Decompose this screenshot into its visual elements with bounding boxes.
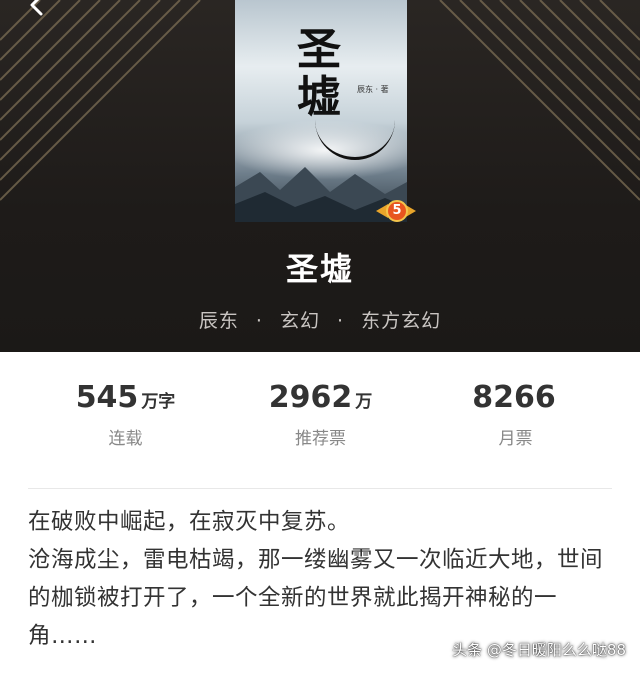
book-title: 圣墟 — [285, 250, 354, 288]
stat-unit: 万字 — [141, 392, 176, 412]
description-line: 在破败中崛起，在寂灭中复苏。 — [28, 509, 351, 535]
arrow-left-icon — [30, 0, 43, 16]
back-button[interactable] — [22, 0, 52, 20]
level-badge-number: 5 — [386, 200, 408, 222]
stat-recommend-votes: 2962 万 推荐票 — [223, 378, 418, 458]
stat-value: 545 — [75, 380, 139, 415]
stat-label: 月票 — [498, 429, 533, 449]
book-cover[interactable]: 圣墟 辰东 · 著 — [235, 0, 407, 222]
description-line: 沧海成尘，雷电枯竭，那一缕幽雾又一次临近大地，世间的枷锁被打开了，一个全新的世界… — [28, 547, 604, 649]
decorative-stripes-right — [439, 0, 640, 201]
stat-word-count: 545 万字 连载 — [28, 378, 223, 458]
watermark: 头条 @冬日暖阳么么哒88 — [452, 641, 626, 659]
cover-author-art: 辰东 · 著 — [357, 85, 389, 94]
author-link[interactable]: 辰东 — [199, 310, 239, 332]
stat-label: 连载 — [108, 429, 143, 449]
book-meta: 辰东 · 玄幻 · 东方玄幻 — [0, 306, 640, 333]
divider — [28, 488, 612, 489]
level-badge: 5 — [374, 195, 418, 229]
stat-label: 推荐票 — [295, 429, 346, 449]
book-hero: 圣墟 辰东 · 著 5 圣墟 辰东 · 玄幻 · 东方玄幻 — [0, 0, 640, 352]
subcategory-link[interactable]: 东方玄幻 — [361, 310, 441, 332]
stat-unit: 万 — [355, 392, 373, 412]
book-stats: 545 万字 连载 2962 万 推荐票 8266 月票 — [0, 378, 640, 458]
stat-monthly-votes: 8266 月票 — [418, 378, 613, 458]
book-description[interactable]: 在破败中崛起，在寂灭中复苏。 沧海成尘，雷电枯竭，那一缕幽雾又一次临近大地，世间… — [28, 503, 618, 655]
meta-separator: · — [337, 310, 345, 332]
category-link[interactable]: 玄幻 — [280, 310, 320, 332]
meta-separator: · — [255, 310, 263, 332]
stat-value: 2962 — [268, 380, 353, 415]
stat-value: 8266 — [472, 380, 556, 415]
cover-title-art: 圣墟 — [297, 24, 343, 123]
decorative-stripes-left — [0, 0, 201, 201]
